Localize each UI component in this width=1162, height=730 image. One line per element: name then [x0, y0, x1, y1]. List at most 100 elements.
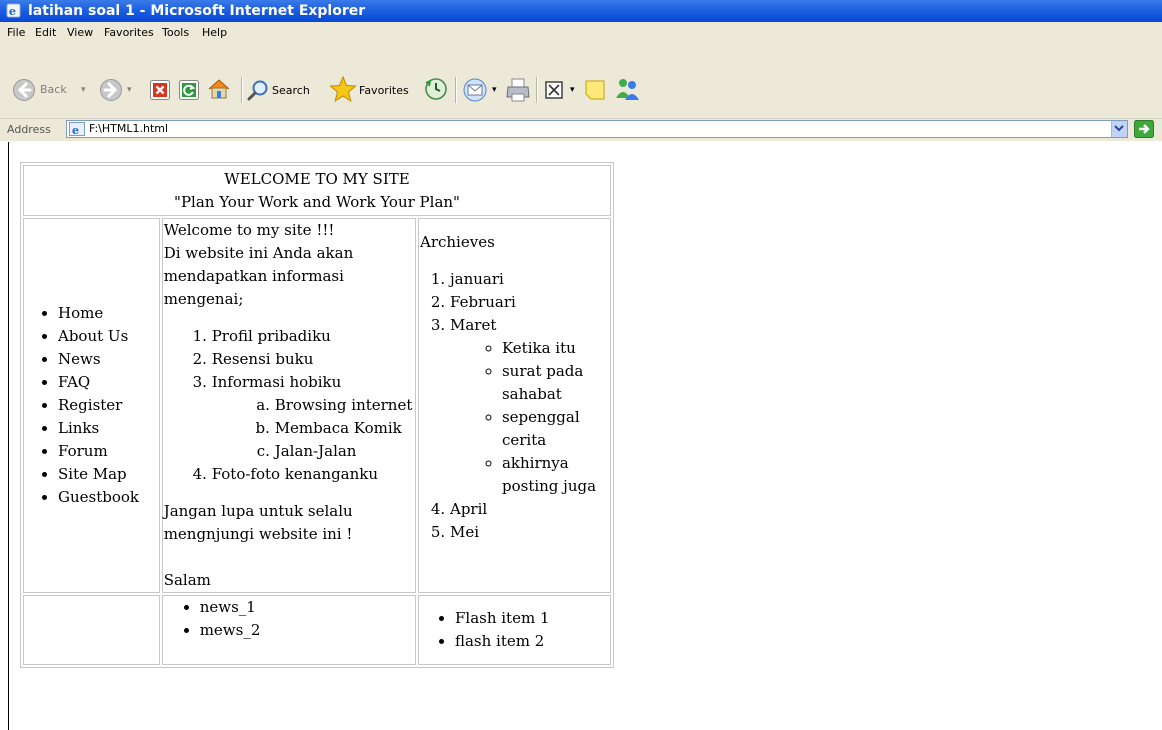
mail-dropdown-icon: ▾	[492, 85, 497, 95]
content-item: Informasi hobiku Browsing internet Memba…	[212, 371, 414, 463]
edit-button[interactable]: ▾	[543, 77, 579, 103]
nav-item-about-us[interactable]: About Us	[58, 325, 158, 348]
nav-item-forum[interactable]: Forum	[58, 440, 158, 463]
hobby-item: Membaca Komik	[275, 417, 414, 440]
edit-icon	[545, 81, 563, 99]
content-item: Foto-foto kenanganku	[212, 463, 414, 486]
archive-month[interactable]: Maret Ketika itu surat pada sahabat sepe…	[450, 314, 609, 498]
nav-item-site-map[interactable]: Site Map	[58, 463, 158, 486]
archive-post[interactable]: akhirnya posting juga	[502, 452, 609, 498]
archive-month-label: Maret	[449, 316, 497, 334]
archive-month[interactable]: Februari	[450, 291, 609, 314]
intro-welcome: Welcome to my site !!!	[163, 221, 335, 239]
site-layout-table: WELCOME TO MY SITE "Plan Your Work and W…	[20, 162, 614, 668]
mail-icon	[463, 78, 487, 102]
menu-bar: File Edit View Favorites Tools Help	[0, 22, 1162, 44]
messenger-icon[interactable]	[613, 76, 641, 102]
flash-cell: Flash item 1 flash item 2	[417, 595, 611, 665]
hobby-item: Jalan-Jalan	[275, 440, 414, 463]
content-item: Resensi buku	[212, 348, 414, 371]
search-button[interactable]: Search	[247, 77, 327, 103]
mail-button[interactable]: ▾	[462, 77, 502, 103]
nav-item-home[interactable]: Home	[58, 302, 158, 325]
nav-cell: Home About Us News FAQ Register Links Fo…	[23, 218, 160, 593]
address-dropdown-button[interactable]	[1111, 121, 1127, 137]
menu-view[interactable]: View	[67, 22, 93, 44]
site-header: WELCOME TO MY SITE "Plan Your Work and W…	[23, 165, 611, 216]
back-dropdown-icon: ▾	[81, 85, 86, 95]
page-icon: e	[69, 122, 85, 136]
page-edge-line	[8, 142, 9, 730]
intro-text: Di website ini Anda akan mendapatkan inf…	[163, 244, 354, 308]
hobby-item: Browsing internet	[275, 394, 414, 417]
flash-item[interactable]: Flash item 1	[455, 607, 609, 630]
address-bar: Address e F:\HTML1.html	[0, 118, 1162, 141]
archive-post[interactable]: sepenggal cerita	[502, 406, 609, 452]
title-bar: e latihan soal 1 - Microsoft Internet Ex…	[0, 0, 1162, 22]
toolbar-separator	[241, 77, 243, 103]
favorites-button[interactable]: Favorites	[328, 75, 420, 103]
menu-edit[interactable]: Edit	[35, 22, 56, 44]
toolbar-separator	[455, 77, 457, 103]
nav-item-register[interactable]: Register	[58, 394, 158, 417]
archive-post[interactable]: Ketika itu	[502, 337, 609, 360]
site-tagline: "Plan Your Work and Work Your Plan"	[174, 192, 460, 211]
flash-item[interactable]: flash item 2	[455, 630, 609, 653]
back-label: Back	[40, 83, 67, 96]
content-item-label: Informasi hobiku	[211, 373, 342, 391]
refresh-icon[interactable]	[178, 79, 200, 101]
back-arrow-icon	[13, 79, 35, 101]
archive-month[interactable]: April	[450, 498, 609, 521]
chevron-down-icon	[1114, 125, 1124, 132]
menu-file[interactable]: File	[7, 22, 25, 44]
archives-list: januari Februari Maret Ketika itu surat …	[420, 268, 609, 544]
svg-text:e: e	[9, 4, 16, 18]
content-item: Profil pribadiku	[212, 325, 414, 348]
star-icon	[329, 75, 357, 103]
discuss-icon[interactable]	[583, 78, 607, 102]
flash-list: Flash item 1 flash item 2	[420, 607, 609, 653]
nav-list: Home About Us News FAQ Register Links Fo…	[25, 302, 158, 509]
archive-post[interactable]: surat pada sahabat	[502, 360, 609, 406]
archive-posts-list: Ketika itu surat pada sahabat sepenggal …	[450, 337, 609, 498]
archive-month[interactable]: Mei	[450, 521, 609, 544]
stop-icon[interactable]	[149, 79, 171, 101]
site-title: WELCOME TO MY SITE	[224, 169, 410, 188]
address-label: Address	[7, 123, 51, 136]
menu-favorites[interactable]: Favorites	[104, 22, 154, 44]
nav-item-guestbook[interactable]: Guestbook	[58, 486, 158, 509]
news-item[interactable]: news_1	[200, 596, 414, 619]
favorites-label: Favorites	[359, 84, 409, 97]
go-arrow-icon[interactable]	[1134, 120, 1154, 138]
news-item[interactable]: mews_2	[200, 619, 414, 642]
footer-empty-cell	[23, 595, 160, 665]
history-icon[interactable]	[423, 77, 449, 101]
address-input[interactable]: e F:\HTML1.html	[66, 120, 1128, 138]
search-label: Search	[272, 84, 310, 97]
outro-text: Jangan lupa untuk selalu mengnjungi webs…	[163, 502, 353, 543]
print-icon[interactable]	[505, 77, 531, 103]
closing-text: Salam	[163, 571, 211, 589]
nav-item-news[interactable]: News	[58, 348, 158, 371]
home-icon[interactable]	[206, 77, 232, 101]
content-cell: Welcome to my site !!! Di website ini An…	[161, 218, 416, 593]
nav-item-faq[interactable]: FAQ	[58, 371, 158, 394]
toolbar: Back ▾ ▾ Search Favorites ▾ ▾	[0, 44, 1162, 118]
archives-title: Archieves	[419, 233, 495, 251]
forward-dropdown-icon: ▾	[127, 85, 132, 95]
address-value: F:\HTML1.html	[89, 122, 169, 135]
archive-month[interactable]: januari	[450, 268, 609, 291]
hobby-list: Browsing internet Membaca Komik Jalan-Ja…	[212, 394, 414, 463]
news-cell: news_1 mews_2	[161, 595, 416, 665]
news-list: news_1 mews_2	[164, 596, 414, 642]
menu-tools[interactable]: Tools	[162, 22, 189, 44]
search-icon	[247, 80, 268, 101]
back-button[interactable]: Back ▾	[12, 77, 94, 103]
toolbar-separator	[536, 77, 538, 103]
content-list: Profil pribadiku Resensi buku Informasi …	[164, 325, 414, 486]
nav-item-links[interactable]: Links	[58, 417, 158, 440]
ie-icon: e	[6, 3, 21, 18]
menu-help[interactable]: Help	[202, 22, 227, 44]
forward-button[interactable]: ▾	[99, 77, 139, 103]
